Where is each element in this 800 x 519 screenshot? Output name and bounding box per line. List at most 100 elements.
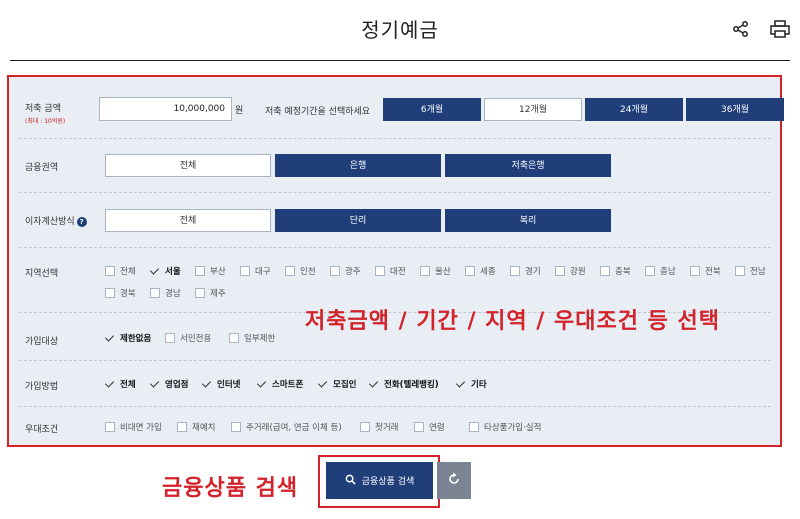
region-option-checkbox[interactable]: 인천 xyxy=(285,265,316,277)
region-option-label: 전남 xyxy=(750,267,766,277)
checkbox-box[interactable] xyxy=(330,266,340,276)
region-option-checkbox[interactable]: 울산 xyxy=(420,265,451,277)
region-option-checkbox[interactable]: 경남 xyxy=(150,287,181,299)
method-row: 가입방법 전체 영업점 인터넷 스마트폰 모집인 전화(텔레뱅킹) 기타 xyxy=(19,361,771,407)
checkbox-box[interactable] xyxy=(105,333,115,343)
region-option-checkbox[interactable]: 대구 xyxy=(240,265,271,277)
method-option-checkbox[interactable]: 전체 xyxy=(105,378,136,390)
share-icon[interactable] xyxy=(732,20,750,38)
perk-option-checkbox[interactable]: 주거래(급여, 연금 이체 등) xyxy=(231,421,342,433)
help-icon[interactable]: ? xyxy=(76,217,87,227)
checkbox-box[interactable] xyxy=(231,422,241,432)
checkbox-box[interactable] xyxy=(229,333,239,343)
checkbox-box[interactable] xyxy=(469,422,479,432)
method-option-checkbox[interactable]: 전화(텔레뱅킹) xyxy=(369,378,439,390)
checkbox-box[interactable] xyxy=(150,379,160,389)
checkbox-box[interactable] xyxy=(600,266,610,276)
checkbox-box[interactable] xyxy=(645,266,655,276)
print-icon[interactable] xyxy=(770,20,790,38)
reset-button[interactable] xyxy=(437,462,471,499)
amount-input[interactable]: 10,000,000 xyxy=(99,97,232,121)
region-option-checkbox[interactable]: 충남 xyxy=(645,265,676,277)
checkbox-box[interactable] xyxy=(318,379,328,389)
checkbox-box[interactable] xyxy=(105,266,115,276)
checkbox-box[interactable] xyxy=(240,266,250,276)
region-option-checkbox[interactable]: 대전 xyxy=(375,265,406,277)
checkbox-box[interactable] xyxy=(150,266,160,276)
checkbox-box[interactable] xyxy=(510,266,520,276)
period-12m-button[interactable]: 12개월 xyxy=(484,98,582,121)
checkbox-box[interactable] xyxy=(414,422,424,432)
checkbox-box[interactable] xyxy=(690,266,700,276)
checkbox-box[interactable] xyxy=(105,422,115,432)
region-option-checkbox[interactable]: 전북 xyxy=(690,265,721,277)
perk-option-checkbox[interactable]: 비대면 가입 xyxy=(105,421,162,433)
method-option-checkbox[interactable]: 인터넷 xyxy=(202,378,240,390)
region-option-checkbox[interactable]: 전남 xyxy=(735,265,766,277)
perk-option-checkbox[interactable]: 연령 xyxy=(414,421,445,433)
perk-option-checkbox[interactable]: 첫거래 xyxy=(360,421,398,433)
perk-option-checkbox[interactable]: 재예치 xyxy=(177,421,215,433)
checkbox-box[interactable] xyxy=(456,379,466,389)
method-option-label: 모집인 xyxy=(333,380,357,390)
target-label: 가입대상 xyxy=(25,337,59,347)
interest-simple-button[interactable]: 단리 xyxy=(275,209,441,232)
sector-savings-bank-button[interactable]: 저축은행 xyxy=(445,154,611,177)
search-button[interactable]: 금융상품 검색 xyxy=(326,462,433,499)
region-option-checkbox[interactable]: 경기 xyxy=(510,265,541,277)
checkbox-box[interactable] xyxy=(177,422,187,432)
checkbox-box[interactable] xyxy=(257,379,267,389)
target-option-label: 제한없음 xyxy=(120,334,152,344)
checkbox-box[interactable] xyxy=(195,266,205,276)
checkbox-box[interactable] xyxy=(285,266,295,276)
region-option-checkbox[interactable]: 부산 xyxy=(195,265,226,277)
perk-option-checkbox[interactable]: 타상품가입·실적 xyxy=(469,421,541,433)
region-option-checkbox[interactable]: 강원 xyxy=(555,265,586,277)
method-option-checkbox[interactable]: 영업점 xyxy=(150,378,188,390)
method-option-label: 기타 xyxy=(471,380,487,390)
region-option-label: 경기 xyxy=(525,267,541,277)
checkbox-box[interactable] xyxy=(465,266,475,276)
interest-compound-button[interactable]: 복리 xyxy=(445,209,611,232)
method-option-checkbox[interactable]: 모집인 xyxy=(318,378,356,390)
method-option-checkbox[interactable]: 기타 xyxy=(456,378,487,390)
region-option-checkbox[interactable]: 경북 xyxy=(105,287,136,299)
region-option-checkbox[interactable]: 서울 xyxy=(150,265,181,277)
target-option-checkbox[interactable]: 일부제한 xyxy=(229,332,275,344)
perks-label: 우대조건 xyxy=(25,425,59,435)
region-option-label: 대전 xyxy=(390,267,406,277)
checkbox-box[interactable] xyxy=(202,379,212,389)
method-option-checkbox[interactable]: 스마트폰 xyxy=(257,378,303,390)
region-option-checkbox[interactable]: 제주 xyxy=(195,287,226,299)
checkbox-box[interactable] xyxy=(375,266,385,276)
checkbox-box[interactable] xyxy=(150,288,160,298)
period-36m-button[interactable]: 36개월 xyxy=(686,98,784,121)
method-option-label: 전체 xyxy=(120,380,136,390)
region-option-label: 충남 xyxy=(660,267,676,277)
checkbox-box[interactable] xyxy=(420,266,430,276)
target-option-label: 서민전용 xyxy=(180,334,212,344)
checkbox-box[interactable] xyxy=(105,288,115,298)
checkbox-box[interactable] xyxy=(360,422,370,432)
checkbox-box[interactable] xyxy=(105,379,115,389)
interest-label-text: 이자계산방식 xyxy=(25,217,75,227)
reset-icon xyxy=(447,471,461,490)
sector-bank-button[interactable]: 은행 xyxy=(275,154,441,177)
region-option-checkbox[interactable]: 전체 xyxy=(105,265,136,277)
checkbox-box[interactable] xyxy=(369,379,379,389)
checkbox-box[interactable] xyxy=(165,333,175,343)
sector-all-button[interactable]: 전체 xyxy=(105,154,271,177)
region-option-label: 서울 xyxy=(165,267,181,277)
target-option-checkbox[interactable]: 제한없음 xyxy=(105,332,151,344)
period-24m-button[interactable]: 24개월 xyxy=(585,98,683,121)
checkbox-box[interactable] xyxy=(735,266,745,276)
checkbox-box[interactable] xyxy=(195,288,205,298)
period-6m-button[interactable]: 6개월 xyxy=(383,98,481,121)
region-option-label: 강원 xyxy=(570,267,586,277)
target-option-checkbox[interactable]: 서민전용 xyxy=(165,332,211,344)
region-option-checkbox[interactable]: 충북 xyxy=(600,265,631,277)
region-option-checkbox[interactable]: 세종 xyxy=(465,265,496,277)
interest-all-button[interactable]: 전체 xyxy=(105,209,271,232)
checkbox-box[interactable] xyxy=(555,266,565,276)
region-option-checkbox[interactable]: 광주 xyxy=(330,265,361,277)
